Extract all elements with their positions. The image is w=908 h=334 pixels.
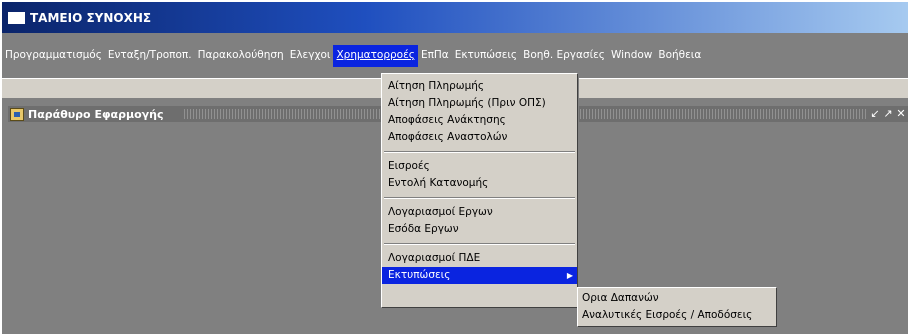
menu-item-logariasmoi-pde[interactable]: Λογαριασμοί ΠΔΕ	[382, 250, 577, 267]
submenu-item-oria-dapanon[interactable]: Ορια Δαπανών	[578, 290, 776, 307]
menu-item-ektyposeis-label: Εκτυπώσεις	[388, 269, 451, 281]
submenu-item-analytikes-eisroes[interactable]: Αναλυτικές Εισροές / Αποδόσεις	[578, 307, 776, 324]
menu-elegxoi[interactable]: Ελεγχοι	[287, 45, 334, 67]
menu-parakolouthisi[interactable]: Παρακολούθηση	[195, 45, 287, 67]
maximize-icon[interactable]: ↗	[883, 107, 893, 120]
ektyposeis-submenu: Ορια Δαπανών Αναλυτικές Εισροές / Αποδόσ…	[577, 287, 777, 327]
menu-voitheia[interactable]: Βοήθεια	[655, 45, 704, 67]
menu-separator	[384, 151, 575, 153]
menu-separator	[384, 197, 575, 199]
menu-separator	[384, 243, 575, 245]
menu-item-aitisi-pliromis[interactable]: Αίτηση Πληρωμής	[382, 78, 577, 95]
menu-item-entoli-katanomis[interactable]: Εντολή Κατανομής	[382, 175, 577, 192]
menu-bar: Προγραμματισμός Ενταξη/Τροποπ. Παρακολού…	[2, 45, 908, 67]
menu-programmatismos[interactable]: Προγραμματισμός	[2, 45, 105, 67]
menu-entaxi-tropopoiisi[interactable]: Ενταξη/Τροποπ.	[105, 45, 195, 67]
menu-item-eisroes[interactable]: Εισροές	[382, 158, 577, 175]
application-form-icon	[10, 107, 24, 121]
menu-item-apofaseis-anastolon[interactable]: Αποφάσεις Αναστολών	[382, 129, 577, 146]
inner-window-controls: ↙ ↗ ✕	[870, 107, 906, 120]
inner-window-title: Παράθυρο Εφαρμογής	[28, 107, 164, 121]
menu-item-ektyposeis[interactable]: Εκτυπώσεις ▶	[382, 267, 577, 284]
menu-voith-ergasies[interactable]: Βοηθ. Εργασίες	[520, 45, 608, 67]
window-title: ΤΑΜΕΙΟ ΣΥΝΟΧΗΣ	[30, 10, 152, 25]
app-window-icon	[8, 11, 25, 24]
menu-item-logariasmoi-ergon[interactable]: Λογαριασμοί Εργων	[382, 204, 577, 221]
menu-item-esoda-ergon[interactable]: Εσόδα Εργων	[382, 221, 577, 238]
menu-window[interactable]: Window	[608, 45, 655, 67]
menu-item-apofaseis-anaktisis[interactable]: Αποφάσεις Ανάκτησης	[382, 112, 577, 129]
menu-item-aitisi-pliromis-prin-ops[interactable]: Αίτηση Πληρωμής (Πριν ΟΠΣ)	[382, 95, 577, 112]
chrimatorroes-dropdown-menu: Αίτηση Πληρωμής Αίτηση Πληρωμής (Πριν ΟΠ…	[381, 73, 578, 308]
close-icon[interactable]: ✕	[896, 107, 906, 120]
menu-ektyposeis[interactable]: Εκτυπώσεις	[452, 45, 520, 67]
menu-eppa[interactable]: ΕπΠα	[418, 45, 452, 67]
menu-chrimatorroes[interactable]: Χρηματορροές	[333, 45, 418, 67]
submenu-arrow-icon: ▶	[566, 271, 573, 280]
minimize-icon[interactable]: ↙	[870, 107, 880, 120]
title-bar: ΤΑΜΕΙΟ ΣΥΝΟΧΗΣ	[2, 2, 908, 33]
